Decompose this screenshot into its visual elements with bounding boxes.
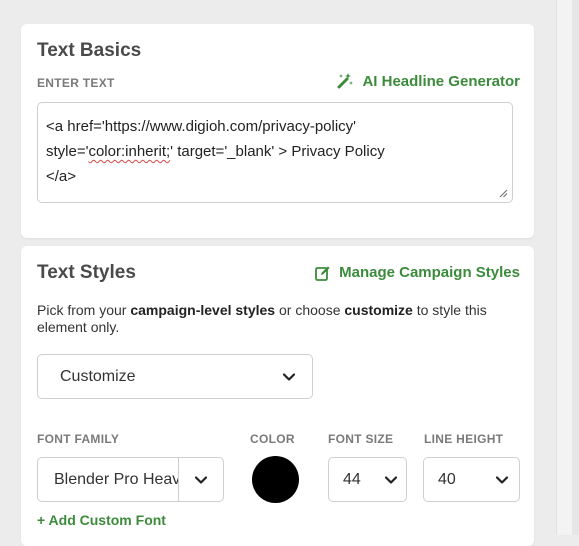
chevron-down-icon xyxy=(194,475,208,484)
text-line-2: style='color:inherit;' target='_blank' >… xyxy=(46,143,385,160)
color-label: COLOR xyxy=(250,432,295,446)
text-line-1: <a href='https://www.digioh.com/privacy-… xyxy=(46,118,357,135)
style-select[interactable]: Customize xyxy=(37,354,313,399)
chevron-down-icon xyxy=(384,475,398,484)
text-line-3: </a> xyxy=(46,168,77,185)
spellcheck-flag: color:inherit; xyxy=(88,143,171,160)
font-size-select[interactable]: 44 xyxy=(328,457,407,502)
font-family-select[interactable]: Blender Pro Heavy xyxy=(37,457,224,502)
chevron-down-icon xyxy=(495,475,509,484)
style-select-value: Customize xyxy=(60,367,136,385)
text-basics-title: Text Basics xyxy=(37,40,142,61)
line-height-label: LINE HEIGHT xyxy=(424,432,504,446)
text-basics-panel: Text Basics ENTER TEXT AI Headline Gener… xyxy=(21,24,534,238)
line-height-select[interactable]: 40 xyxy=(423,457,520,502)
scrollbar-thumb[interactable] xyxy=(572,0,579,535)
ai-headline-generator-label: AI Headline Generator xyxy=(362,72,520,90)
text-styles-panel: Text Styles Manage Campaign Styles Pick … xyxy=(21,246,534,546)
enter-text-label: ENTER TEXT xyxy=(37,76,115,90)
resize-handle-icon[interactable] xyxy=(498,188,508,198)
font-size-label: FONT SIZE xyxy=(328,432,394,446)
manage-campaign-styles-label: Manage Campaign Styles xyxy=(339,264,520,281)
font-family-dropdown-button[interactable] xyxy=(178,458,223,501)
add-custom-font-link[interactable]: + Add Custom Font xyxy=(37,512,166,528)
chevron-down-icon xyxy=(282,372,296,381)
text-styles-title: Text Styles xyxy=(37,262,136,283)
color-swatch[interactable] xyxy=(252,456,299,503)
enter-text-textarea[interactable]: <a href='https://www.digioh.com/privacy-… xyxy=(37,102,513,203)
styles-description: Pick from your campaign-level styles or … xyxy=(37,302,487,335)
magic-wand-icon xyxy=(337,73,354,89)
line-height-value: 40 xyxy=(438,470,456,488)
font-family-value: Blender Pro Heavy xyxy=(54,470,178,488)
edit-icon xyxy=(315,265,330,281)
ai-headline-generator-link[interactable]: AI Headline Generator xyxy=(336,72,520,90)
font-size-value: 44 xyxy=(343,470,361,488)
font-family-label: FONT FAMILY xyxy=(37,432,120,446)
manage-campaign-styles-link[interactable]: Manage Campaign Styles xyxy=(315,264,520,281)
